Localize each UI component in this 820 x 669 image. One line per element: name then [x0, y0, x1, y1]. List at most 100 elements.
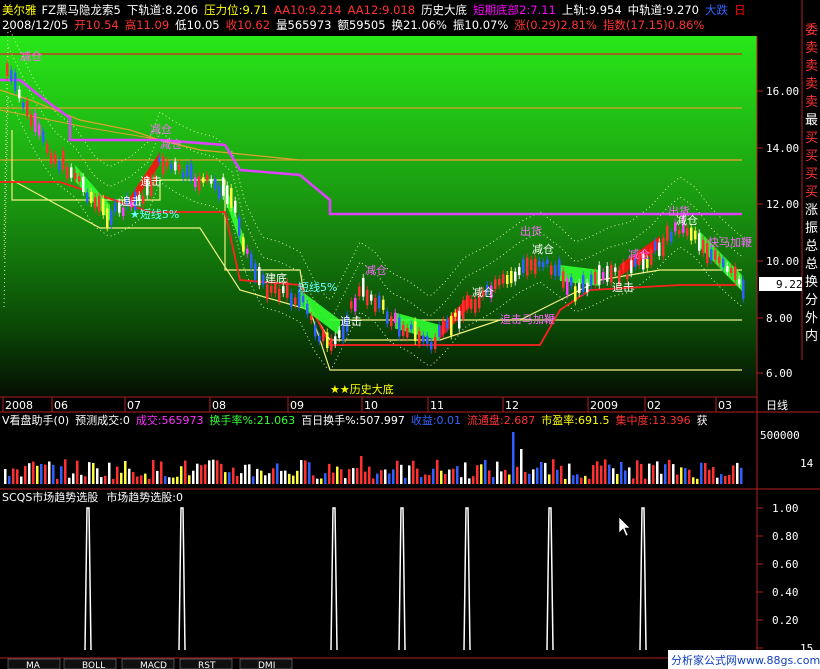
price-tick-label: 10.00 — [766, 255, 799, 268]
volume-bar — [184, 460, 187, 484]
candle-body — [570, 277, 573, 287]
volume-bar — [452, 468, 455, 484]
candle-body — [438, 325, 441, 337]
indicator-tabs[interactable]: MA BOLL MACD RST DMI — [7, 658, 293, 669]
candle-body — [738, 279, 741, 285]
volume-bar — [208, 460, 211, 484]
signal-annotation: 减仓 — [472, 285, 494, 299]
volume-bar — [492, 477, 495, 484]
candle-body — [454, 312, 457, 317]
time-tick-label: 02 — [647, 399, 661, 412]
volume-bar — [688, 469, 691, 484]
signal-spike — [178, 507, 186, 651]
volume-bar — [284, 470, 287, 484]
indicator-tab-label: BOLL — [82, 661, 105, 669]
volume-bar — [384, 469, 387, 484]
price-tick-label: 6.00 — [766, 367, 793, 380]
candle-body — [62, 150, 65, 170]
candle-body — [434, 337, 437, 349]
volume-bar — [676, 474, 679, 484]
header-item: AA12:9.018 — [348, 3, 415, 17]
candle-body — [274, 284, 277, 294]
candle-body — [550, 265, 553, 275]
candle-body — [82, 177, 85, 192]
volume-bar — [64, 459, 67, 484]
volume-bar — [348, 469, 351, 484]
candle-body — [630, 260, 633, 274]
candle-body — [666, 225, 669, 241]
candle-body — [34, 113, 37, 132]
candle-body — [410, 324, 413, 330]
volume-bar — [552, 459, 555, 484]
candle-body — [562, 271, 565, 288]
candle-body — [526, 257, 529, 276]
candle-body — [122, 207, 125, 216]
volume-bar — [148, 478, 151, 484]
volume-bar — [628, 467, 631, 484]
signal-annotation: 减仓 — [532, 242, 554, 256]
volume-bar — [52, 464, 55, 484]
candle-body — [366, 289, 369, 306]
volume-bar — [544, 462, 547, 484]
volume-header-item: 预测成交:0 — [75, 413, 130, 427]
candle-body — [402, 324, 405, 336]
time-axis: 2008 06 07 08 09 10 11 12 2009 02 03 — [2, 397, 732, 412]
indicator-tab-label: MA — [26, 661, 41, 669]
volume-bar — [368, 466, 371, 484]
candle-body — [102, 198, 105, 216]
volume-axis: 500000 14 — [760, 429, 814, 470]
candle-body — [270, 286, 273, 293]
candle-body — [422, 335, 425, 342]
candle-body — [310, 315, 313, 321]
time-tick-label: 08 — [212, 399, 226, 412]
volume-bar — [432, 468, 435, 484]
candle-body — [58, 160, 61, 171]
volume-bar — [264, 475, 267, 484]
volume-bar — [424, 474, 427, 484]
volume-bar — [220, 463, 223, 484]
candle-body — [170, 164, 173, 169]
volume-bar — [376, 473, 379, 484]
volume-bar — [164, 476, 167, 484]
candle-body — [302, 295, 305, 303]
candle-body — [54, 154, 57, 164]
main-price-panel[interactable] — [0, 36, 757, 396]
stock-chart[interactable]: 美尔雅 FZ黑马隐龙索5 下轨道:8.206 压力位:9.71 AA10:9.214 AA… — [0, 0, 820, 669]
signal-spike — [463, 507, 471, 651]
volume-bar — [416, 468, 419, 484]
volume-bar — [252, 476, 255, 484]
volume-bar — [152, 460, 155, 484]
volume-bar — [704, 463, 707, 484]
volume-bar — [548, 474, 551, 484]
indicator-tab-label: RST — [198, 661, 216, 669]
candle-body — [626, 274, 629, 280]
volume-bar — [200, 465, 203, 484]
candle-body — [210, 179, 213, 184]
candle-body — [498, 278, 501, 286]
candle-body — [318, 336, 321, 342]
volume-bar — [668, 459, 671, 484]
volume-bar — [172, 477, 175, 484]
candle-body — [698, 233, 701, 251]
signal-annotation: 减仓 — [676, 213, 698, 227]
indicator-tab-label: MACD — [140, 661, 167, 669]
candle-body — [38, 124, 41, 136]
quote-item: 开10.54 — [74, 18, 118, 32]
volume-bar — [736, 462, 739, 484]
side-label: 涨 — [805, 203, 818, 218]
period-label[interactable]: 日线 — [766, 398, 788, 412]
volume-bar — [364, 471, 367, 484]
volume-bar — [40, 464, 43, 484]
volume-header-item: 换手率%:21.063 — [210, 413, 296, 427]
price-tick-label: 16.00 — [766, 85, 799, 98]
signal-spike — [546, 507, 554, 651]
volume-bar — [564, 478, 567, 484]
candle-body — [362, 277, 365, 297]
volume-bar — [472, 476, 475, 484]
volume-bar — [224, 472, 227, 484]
volume-bar — [352, 468, 355, 484]
volume-bar — [256, 468, 259, 484]
candle-body — [606, 266, 609, 282]
signal-annotation: 出货 — [520, 224, 542, 238]
volume-bar — [216, 460, 219, 484]
